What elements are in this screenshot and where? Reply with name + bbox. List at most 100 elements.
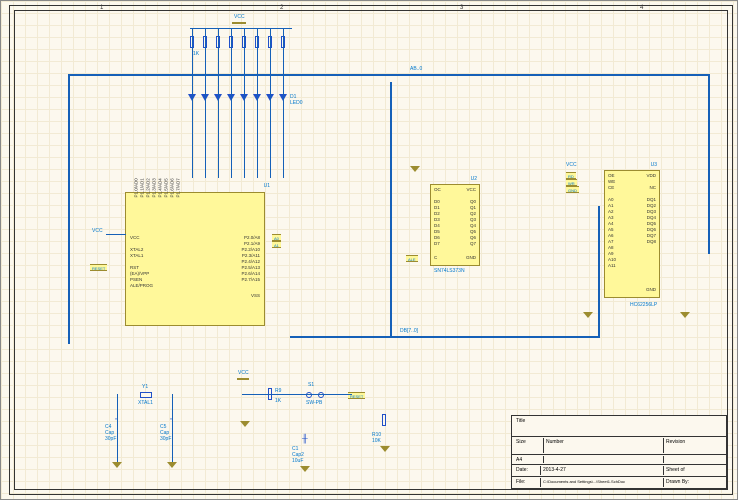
zone-top-2: 2 — [280, 5, 283, 11]
r9-val: 1K — [275, 398, 281, 404]
u3-a1: A1 — [608, 203, 614, 208]
c4-val: 30pF — [105, 436, 116, 442]
u3-dq2: DQ2 — [647, 203, 656, 208]
u2-ref: U2 — [471, 176, 477, 182]
u1-vcc: VCC — [130, 235, 140, 240]
u1-p14: P1.4/AD4 — [158, 178, 163, 197]
s1-ref: S1 — [308, 382, 314, 388]
reset-wire-h — [242, 394, 352, 395]
u3-a0: A0 — [608, 197, 614, 202]
net-a1: A1 — [272, 241, 281, 248]
zone-top-3: 3 — [460, 5, 463, 11]
u1-p10: P1.0/AD0 — [134, 178, 139, 197]
u1-p25: P2.5/A13 — [241, 265, 260, 270]
u2-q4: Q4 — [470, 223, 476, 228]
bus-ab-v-left — [68, 74, 70, 344]
u3-a11: A11 — [608, 263, 616, 268]
sheet-frame: 1 2 3 4 AB..0 DB[7..0] VCC D1 LED0 1K — [9, 5, 733, 495]
u2-d6: D6 — [434, 235, 440, 240]
bus-db-h — [290, 336, 600, 338]
vcc-leds-label: VCC — [234, 14, 245, 20]
bus-ab-label: AB..0 — [410, 66, 422, 72]
u2-c: C — [434, 255, 437, 260]
u2-q3: Q3 — [470, 217, 476, 222]
u2-q7: Q7 — [470, 241, 476, 246]
u3-a4: A4 — [608, 221, 614, 226]
u1-ale: ALE/PROG — [130, 283, 153, 288]
zone-top-1: 1 — [100, 5, 103, 11]
r-arr-val-0: 1K — [193, 51, 199, 57]
u3-ref: U3 — [651, 162, 657, 168]
u3-gnd: GND — [646, 287, 656, 292]
u3-a7: A7 — [608, 239, 614, 244]
gnd-c4 — [112, 462, 122, 468]
u1-p13: P1.3/AD3 — [152, 178, 157, 197]
y1-ref: Y1 — [142, 384, 148, 390]
u3-a3: A3 — [608, 215, 614, 220]
chip-u3: U3 OE WE CE A0 A1 A2 A3 A4 A5 A6 A7 A8 A… — [604, 170, 660, 298]
cap-c1: ╫ — [302, 434, 308, 443]
u3-a8: A8 — [608, 245, 614, 250]
title-row: Title — [514, 417, 724, 435]
number-lbl: Number — [544, 438, 664, 453]
s1-part: SW-PB — [306, 400, 322, 406]
u1-vcc-wire — [106, 234, 126, 235]
u2-q5: Q5 — [470, 229, 476, 234]
u1-p16: P1.6/AD6 — [170, 178, 175, 197]
u2-vcc: VCC — [466, 187, 476, 192]
u3-a5: A5 — [608, 227, 614, 232]
u3-dq4: DQ4 — [647, 215, 656, 220]
u3-ce: CE — [608, 185, 614, 190]
u2-q2: Q2 — [470, 211, 476, 216]
gnd-c5 — [167, 462, 177, 468]
vcc-reset — [237, 378, 249, 380]
u2-d4: D4 — [434, 223, 440, 228]
u1-vcc-label: VCC — [92, 228, 103, 234]
gnd-c1 — [300, 466, 310, 472]
u3-a10: A10 — [608, 257, 616, 262]
u2-q6: Q6 — [470, 235, 476, 240]
sheet-lbl: Sheet of — [664, 466, 724, 475]
date-val: 2013-4-27 — [541, 466, 664, 475]
vcc-reset-lbl: VCC — [238, 370, 249, 376]
net-rd: RD — [566, 172, 576, 179]
y1-part: XTAL1 — [138, 400, 153, 406]
xtal-wire-r — [172, 394, 173, 462]
u1-p12: P1.2/AD2 — [146, 178, 151, 197]
xtal-wire-l — [117, 394, 118, 462]
u2-d5: D5 — [434, 229, 440, 234]
title-block: Title Size Number Revision A4 Date: 2013… — [511, 415, 727, 489]
u2-oc: OC — [434, 187, 441, 192]
led-part: LED0 — [290, 100, 303, 106]
u1-p23: P2.3/A11 — [242, 253, 260, 258]
net-wr: WR — [566, 179, 577, 186]
zone-top-4: 4 — [640, 5, 643, 11]
u1-xtal2: XTAL2 — [130, 247, 143, 252]
u1-p22: P2.2/A10 — [241, 247, 260, 252]
u2-d3: D3 — [434, 217, 440, 222]
bus-db-label: DB[7..0] — [400, 328, 418, 334]
u2-q0: Q0 — [470, 199, 476, 204]
u1-p17: P1.7/AD7 — [176, 178, 181, 197]
u1-psen: PSEN — [130, 277, 142, 282]
res-r10 — [382, 414, 386, 426]
u3-vcc-lbl: VCC — [566, 162, 577, 168]
net-gnd-ce: GND — [566, 186, 579, 193]
u3-we: WE — [608, 179, 615, 184]
drawn-lbl: Drawn By: — [664, 478, 724, 487]
u2-q1: Q1 — [470, 205, 476, 210]
u2-gnd-sym — [410, 166, 420, 172]
u2-d1: D1 — [434, 205, 440, 210]
c1-val: 10uF — [292, 458, 303, 464]
crystal-y1 — [140, 392, 152, 398]
u3-oe: OE — [608, 173, 615, 178]
u2-d0: D0 — [434, 199, 440, 204]
u3-dq3: DQ3 — [647, 209, 656, 214]
u2-d2: D2 — [434, 211, 440, 216]
gnd-reset-left — [240, 421, 250, 427]
u1-p20: P2.0/A8 — [244, 235, 260, 240]
u3-nc: NC — [650, 185, 657, 190]
u1-p11: P1.1/AD1 — [140, 178, 145, 197]
u3-part: HC62256LP — [630, 302, 657, 308]
u3-a2: A2 — [608, 209, 614, 214]
